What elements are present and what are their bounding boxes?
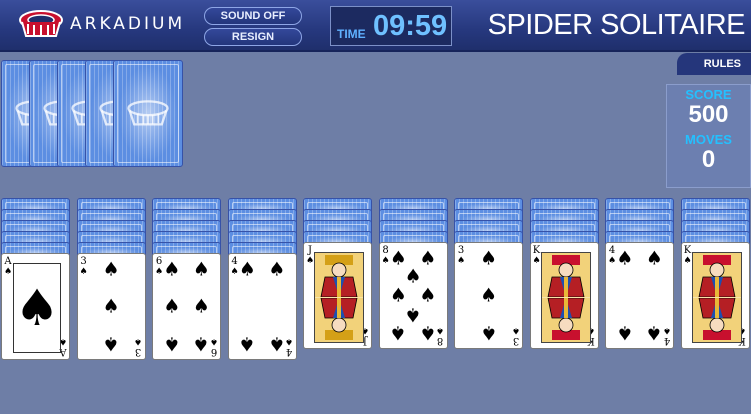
spade-icon: ♠ xyxy=(192,332,210,355)
card-corner-index: 3 ♠ xyxy=(79,256,88,278)
card-back-emblem-icon xyxy=(127,99,169,125)
ace-frame: ♠ xyxy=(13,263,61,353)
face-up-card[interactable]: J ♠ J ♠ xyxy=(303,242,372,349)
card-corner-index: 3 ♠ xyxy=(457,245,466,267)
spade-icon: ♠ xyxy=(192,295,210,317)
card-corner-index: J ♠ xyxy=(306,245,315,267)
card-rank: A xyxy=(4,256,12,267)
top-bar: ARKADIUM SOUND OFF RESIGN TIME 09:59 SPI… xyxy=(0,0,751,52)
card-rank: 3 xyxy=(457,245,465,256)
spade-icon: ♠ xyxy=(616,247,634,270)
moves-value: 0 xyxy=(701,146,716,173)
face-up-card[interactable]: 8 ♠ 8 ♠ ♠ ♠ ♠ ♠ ♠ ♠ ♠ ♠ xyxy=(378,242,448,349)
card-corner-index: 3 ♠ xyxy=(511,325,520,346)
score-value: 500 xyxy=(688,101,729,128)
card-rank: 6 xyxy=(210,346,218,357)
spade-icon: ♠ xyxy=(645,321,663,344)
face-up-card[interactable]: 6 ♠ 6 ♠ ♠ ♠ ♠ ♠ ♠ ♠ xyxy=(152,253,221,360)
rules-button[interactable]: RULES xyxy=(677,53,751,75)
spade-icon: ♠ xyxy=(209,336,218,346)
card-rank: K xyxy=(683,245,692,256)
spade-icon: ♠ xyxy=(389,321,407,344)
spade-icon: ♠ xyxy=(14,279,60,337)
card-corner-index: 6 ♠ xyxy=(209,336,218,357)
score-label: SCORE xyxy=(685,87,732,102)
stock-card xyxy=(113,60,183,167)
spade-icon: ♠ xyxy=(4,267,13,277)
moves-label: MOVES xyxy=(685,132,732,147)
spade-icon: ♠ xyxy=(163,258,181,281)
spade-icon: ♠ xyxy=(389,284,407,306)
spade-icon: ♠ xyxy=(238,332,256,355)
face-up-card[interactable]: 3 ♠ 3 ♠ ♠ ♠ ♠ xyxy=(76,253,146,360)
card-rank: 8 xyxy=(437,335,444,346)
card-corner-index: A ♠ xyxy=(4,256,13,278)
spade-icon: ♠ xyxy=(616,321,634,344)
spade-icon: ♠ xyxy=(457,256,466,266)
court-figure-icon xyxy=(314,252,364,343)
game-title: SPIDER SOLITAIRE xyxy=(487,9,746,41)
face-up-card[interactable]: K ♠ K ♠ xyxy=(680,242,750,349)
spade-icon: ♠ xyxy=(102,332,120,355)
sound-off-button[interactable]: SOUND OFF xyxy=(204,7,302,25)
card-corner-index: 4 ♠ xyxy=(662,325,671,346)
resign-button[interactable]: RESIGN xyxy=(204,28,302,46)
spade-icon: ♠ xyxy=(645,247,663,270)
card-rank: 3 xyxy=(512,335,520,346)
spade-icon: ♠ xyxy=(79,267,88,277)
spade-icon: ♠ xyxy=(683,256,692,266)
card-rank: 4 xyxy=(663,335,671,346)
score-panel: SCORE 500 MOVES 0 xyxy=(666,84,751,188)
brand-name: ARKADIUM xyxy=(70,14,186,34)
spade-icon: ♠ xyxy=(479,284,498,306)
card-corner-index: K ♠ xyxy=(532,245,541,267)
face-up-card[interactable]: 4 ♠ 4 ♠ ♠ ♠ ♠ ♠ xyxy=(227,253,297,360)
face-up-card[interactable]: A ♠ A ♠ ♠ xyxy=(1,253,70,360)
face-up-card[interactable]: 3 ♠ 3 ♠ ♠ ♠ ♠ xyxy=(454,242,523,349)
spade-icon: ♠ xyxy=(532,256,541,266)
card-rank: K xyxy=(532,245,541,256)
card-rank: J xyxy=(308,245,313,256)
spade-icon: ♠ xyxy=(419,321,437,344)
card-rank: 3 xyxy=(80,256,87,267)
court-figure-icon xyxy=(691,252,742,343)
spade-icon: ♠ xyxy=(102,258,120,281)
timer-label: TIME xyxy=(337,27,366,41)
arkadium-logo-icon xyxy=(19,10,63,37)
spade-icon: ♠ xyxy=(163,295,181,317)
spade-icon: ♠ xyxy=(419,284,437,306)
face-up-card[interactable]: 4 ♠ 4 ♠ ♠ ♠ ♠ ♠ xyxy=(605,242,674,349)
spade-icon: ♠ xyxy=(662,325,671,335)
card-rank: 4 xyxy=(286,346,293,357)
timer-display: TIME 09:59 xyxy=(330,6,452,46)
card-corner-index: 3 ♠ xyxy=(134,336,143,357)
spade-icon: ♠ xyxy=(238,258,256,281)
face-up-card[interactable]: K ♠ K ♠ xyxy=(529,242,599,349)
spade-icon: ♠ xyxy=(268,258,286,281)
spade-icon: ♠ xyxy=(163,332,181,355)
spade-icon: ♠ xyxy=(511,325,520,335)
card-corner-index: K ♠ xyxy=(683,245,692,267)
spade-icon: ♠ xyxy=(268,332,286,355)
spade-icon: ♠ xyxy=(479,321,498,344)
timer-value: 09:59 xyxy=(373,10,448,42)
spade-icon: ♠ xyxy=(134,336,143,346)
spade-icon: ♠ xyxy=(192,258,210,281)
spade-icon: ♠ xyxy=(479,247,498,270)
card-rank: 3 xyxy=(135,346,142,357)
court-figure-icon xyxy=(540,252,591,343)
spade-icon: ♠ xyxy=(102,295,120,317)
spade-icon: ♠ xyxy=(306,256,315,266)
